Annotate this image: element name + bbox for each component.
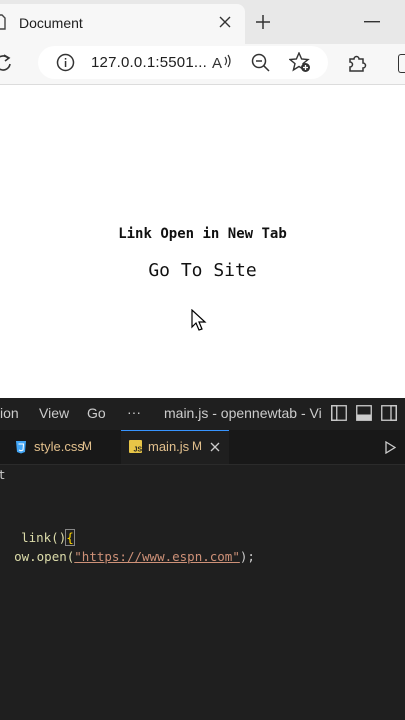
close-icon[interactable]: [210, 442, 220, 452]
collections-icon[interactable]: [398, 54, 405, 73]
mouse-cursor-icon: [191, 309, 207, 332]
menu-view[interactable]: View: [39, 405, 69, 421]
url-text: 127.0.0.1:5501...: [91, 54, 207, 71]
css-file-icon: [15, 440, 27, 454]
read-aloud-icon[interactable]: A: [212, 53, 234, 71]
window-title: main.js - opennewtab - Vi: [164, 405, 322, 421]
run-icon[interactable]: [385, 441, 396, 454]
tab-label: style.css: [34, 439, 84, 454]
tab-main-js[interactable]: JS main.js M: [121, 430, 229, 464]
svg-text:JS: JS: [134, 447, 143, 454]
add-favorite-icon[interactable]: [289, 52, 311, 73]
minimize-window-icon[interactable]: [364, 21, 380, 23]
url-string: "https://www.espn.com": [74, 549, 240, 564]
site-info-icon[interactable]: [56, 53, 75, 72]
browser-tab-title: Document: [19, 15, 83, 31]
tab-label: main.js: [148, 439, 190, 454]
toggle-primary-sidebar-icon[interactable]: [331, 405, 347, 421]
toggle-panel-icon[interactable]: [356, 405, 372, 421]
code-editor[interactable]: [0, 465, 405, 720]
new-tab-icon[interactable]: [255, 14, 271, 30]
code-line-3: ow.open("https://www.espn.com");: [0, 534, 255, 564]
tab-style-css[interactable]: style.css M: [0, 430, 120, 464]
modified-badge: M: [82, 439, 92, 453]
modified-badge: M: [192, 439, 202, 453]
code-line-1: t: [0, 467, 6, 482]
statement-end: );: [239, 549, 255, 564]
menu-go[interactable]: Go: [87, 405, 106, 421]
refresh-icon[interactable]: [0, 53, 14, 73]
js-file-icon: JS: [129, 440, 142, 453]
page-heading: Link Open in New Tab: [118, 226, 287, 242]
svg-text:A: A: [212, 55, 222, 71]
menu-selection-partial[interactable]: ion: [0, 405, 19, 421]
toggle-secondary-sidebar-icon[interactable]: [381, 405, 397, 421]
close-tab-icon[interactable]: [219, 16, 231, 28]
extensions-icon[interactable]: [347, 53, 367, 73]
page-favicon-icon: [0, 14, 6, 30]
method-call: ow.open(: [14, 549, 75, 564]
go-to-site-link[interactable]: Go To Site: [0, 260, 405, 281]
menu-more[interactable]: ···: [127, 404, 141, 420]
zoom-out-icon[interactable]: [251, 53, 270, 72]
